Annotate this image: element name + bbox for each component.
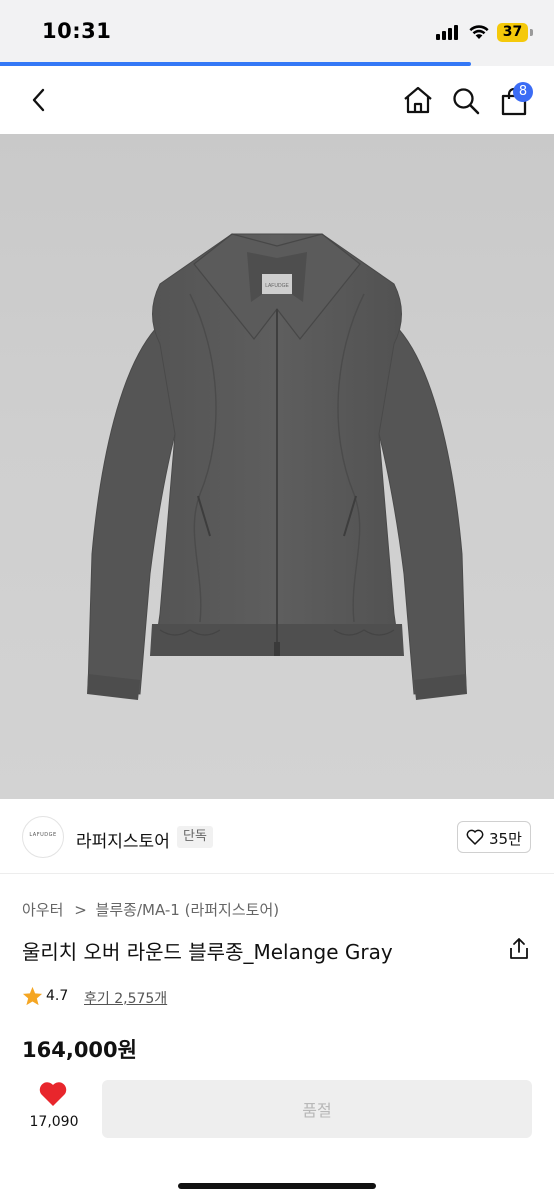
star-icon bbox=[22, 986, 43, 1006]
rating-value: 4.7 bbox=[46, 988, 69, 1004]
home-indicator bbox=[178, 1183, 376, 1189]
cart-count-badge: 8 bbox=[513, 82, 533, 102]
cellular-signal-icon bbox=[436, 25, 458, 40]
wish-count: 17,090 bbox=[29, 1114, 79, 1130]
chevron-left-icon[interactable] bbox=[28, 86, 50, 114]
wifi-icon bbox=[469, 25, 489, 39]
sold-out-button[interactable]: 품절 bbox=[102, 1080, 532, 1138]
home-icon[interactable] bbox=[402, 85, 434, 115]
breadcrumb-separator: > bbox=[74, 901, 87, 919]
breadcrumb-subcategory[interactable]: 블루종/MA-1 (라퍼지스토어) bbox=[96, 901, 280, 919]
breadcrumb-category[interactable]: 아우터 bbox=[22, 901, 63, 919]
product-image[interactable]: LAFUDGE bbox=[0, 134, 554, 799]
heart-filled-icon[interactable] bbox=[38, 1080, 68, 1108]
store-logo[interactable]: LAFUDGE bbox=[22, 816, 64, 858]
status-time: 10:31 bbox=[42, 19, 112, 43]
store-like-button[interactable]: 35만 bbox=[457, 821, 531, 853]
store-like-count: 35만 bbox=[489, 830, 522, 848]
battery-cap bbox=[530, 29, 533, 36]
status-bar: 10:31 37 bbox=[0, 0, 554, 64]
battery-level: 37 bbox=[502, 24, 523, 40]
search-icon[interactable] bbox=[451, 86, 481, 116]
garment-label-text: LAFUDGE bbox=[265, 283, 289, 289]
store-logo-text: LAFUDGE bbox=[29, 832, 57, 838]
product-title: 울리치 오버 라운드 블루종_Melange Gray bbox=[22, 940, 393, 964]
heart-outline-icon bbox=[466, 829, 484, 845]
exclusive-badge: 단독 bbox=[177, 826, 213, 848]
store-name[interactable]: 라퍼지스토어 bbox=[76, 827, 170, 852]
product-price: 164,000원 bbox=[22, 1038, 137, 1062]
store-row[interactable]: LAFUDGE 라퍼지스토어 단독 35만 bbox=[0, 800, 554, 874]
review-count-link[interactable]: 후기 2,575개 bbox=[84, 988, 167, 1008]
battery-indicator: 37 bbox=[497, 23, 528, 42]
share-icon[interactable] bbox=[508, 937, 530, 961]
breadcrumb: 아우터 > 블루종/MA-1 (라퍼지스토어) bbox=[22, 899, 279, 920]
jacket-illustration: LAFUDGE bbox=[87, 233, 467, 700]
